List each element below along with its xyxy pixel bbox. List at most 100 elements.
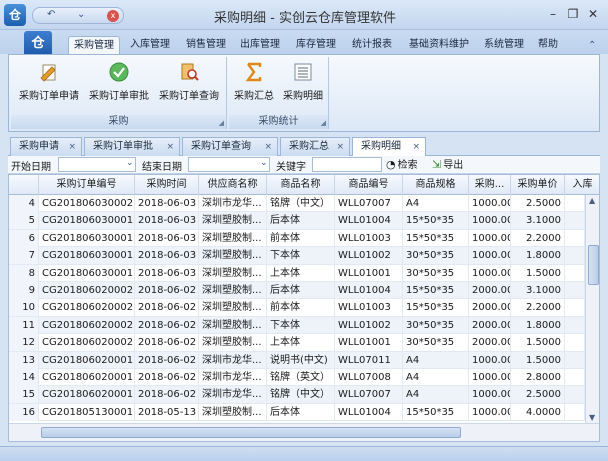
table-row[interactable]: 7 CG201806030001 2018-06-03 深圳塑胶制... 下本体 WLL0… <box>9 247 585 265</box>
row-index[interactable]: 8 <box>9 264 39 282</box>
group-launcher-icon[interactable]: ◢ <box>219 119 224 127</box>
qat-dropdown-icon[interactable]: ⌄ <box>77 9 85 20</box>
column-header-inbound[interactable]: 入库 <box>565 175 599 195</box>
unit-price-cell[interactable]: 1.5000 <box>511 351 565 369</box>
ribbon-tab-reports[interactable]: 统计报表 <box>346 36 398 55</box>
inbound-cell[interactable] <box>565 386 585 404</box>
order-no-cell[interactable]: CG201806020002 <box>39 282 135 299</box>
start-date-dropdown-icon[interactable]: ⌄ <box>126 158 134 168</box>
table-row[interactable]: 12 CG201806020002 2018-06-02 深圳塑胶制... 上本体 WLL… <box>9 334 585 352</box>
close-icon[interactable]: × <box>68 138 76 156</box>
order-no-cell[interactable]: CG201806020002 <box>39 316 135 334</box>
table-row[interactable]: 6 CG201806030001 2018-06-03 深圳塑胶制... 前本体 WLL0… <box>9 229 585 248</box>
horizontal-scrollbar[interactable] <box>9 423 599 441</box>
table-row[interactable]: 4 CG201806030002 2018-06-03 深圳市龙华... 铭牌（中文） W… <box>9 195 585 213</box>
supplier-cell[interactable]: 深圳市龙华... <box>199 351 267 369</box>
group-launcher-icon[interactable]: ◢ <box>321 119 326 127</box>
row-index[interactable]: 9 <box>9 282 39 299</box>
row-index[interactable]: 4 <box>9 195 39 212</box>
column-header-quantity[interactable]: 采购... <box>469 175 511 195</box>
order-no-cell[interactable]: CG201806020002 <box>39 299 135 317</box>
quantity-cell[interactable]: 1000.00 <box>469 264 511 282</box>
unit-price-cell[interactable]: 2.5000 <box>511 386 565 404</box>
goods-code-cell[interactable]: WLL01004 <box>335 282 403 299</box>
order-no-cell[interactable]: CG201806020001 <box>39 369 135 386</box>
goods-code-cell[interactable]: WLL07007 <box>335 386 403 404</box>
goods-name-cell[interactable]: 后本体 <box>267 212 335 230</box>
goods-code-cell[interactable]: WLL01001 <box>335 334 403 352</box>
quantity-cell[interactable]: 1000.00 <box>469 212 511 230</box>
inbound-cell[interactable] <box>565 264 585 282</box>
goods-name-cell[interactable]: 前本体 <box>267 299 335 317</box>
goods-code-cell[interactable]: WLL01002 <box>335 247 403 265</box>
table-row[interactable]: 11 CG201806020002 2018-06-02 深圳塑胶制... 下本体 WLL… <box>9 316 585 335</box>
purchase-query-button[interactable]: 采购订单查询 <box>155 61 223 109</box>
ribbon-tab-base-data[interactable]: 基础资料维护 <box>402 36 476 55</box>
row-index[interactable]: 16 <box>9 403 39 421</box>
supplier-cell[interactable]: 深圳塑胶制... <box>199 282 267 299</box>
order-no-cell[interactable]: CG201806030002 <box>39 195 135 212</box>
unit-price-cell[interactable]: 4.0000 <box>511 403 565 421</box>
doc-tab-detail[interactable]: 采购明细 × <box>352 137 426 157</box>
unit-price-cell[interactable]: 1.8000 <box>511 247 565 265</box>
goods-name-cell[interactable]: 后本体 <box>267 403 335 421</box>
close-button[interactable]: ✕ <box>584 6 602 22</box>
goods-code-cell[interactable]: WLL01001 <box>335 264 403 282</box>
row-index[interactable]: 13 <box>9 351 39 369</box>
table-row[interactable]: 10 CG201806020002 2018-06-02 深圳塑胶制... 前本体 WLL… <box>9 299 585 317</box>
column-header-spec[interactable]: 商品规格 <box>403 175 469 195</box>
inbound-cell[interactable] <box>565 334 585 352</box>
quantity-cell[interactable]: 1000.00 <box>469 229 511 247</box>
ribbon-tab-inventory[interactable]: 库存管理 <box>290 36 342 55</box>
inbound-cell[interactable] <box>565 247 585 265</box>
row-index[interactable]: 5 <box>9 212 39 230</box>
goods-code-cell[interactable]: WLL01003 <box>335 299 403 317</box>
inbound-cell[interactable] <box>565 369 585 386</box>
supplier-cell[interactable]: 深圳市龙华... <box>199 369 267 386</box>
inbound-cell[interactable] <box>565 351 585 369</box>
goods-name-cell[interactable]: 上本体 <box>267 264 335 282</box>
quantity-cell[interactable]: 1000.00 <box>469 247 511 265</box>
purchase-time-cell[interactable]: 2018-06-02 <box>135 316 199 334</box>
goods-code-cell[interactable]: WLL07007 <box>335 195 403 212</box>
table-row[interactable]: 14 CG201806020001 2018-06-02 深圳市龙华... 铭牌（英文）… <box>9 369 585 387</box>
table-row[interactable]: 16 CG201805130001 2018-05-13 深圳塑胶制... 后本体 WLL… <box>9 403 585 422</box>
purchase-time-cell[interactable]: 2018-06-02 <box>135 351 199 369</box>
row-index[interactable]: 14 <box>9 369 39 386</box>
purchase-approve-button[interactable]: 采购订单审批 <box>85 61 153 109</box>
purchase-time-cell[interactable]: 2018-06-02 <box>135 299 199 317</box>
goods-code-cell[interactable]: WLL01003 <box>335 229 403 247</box>
purchase-time-cell[interactable]: 2018-06-03 <box>135 264 199 282</box>
end-date-field[interactable] <box>188 157 270 172</box>
table-row[interactable]: 8 CG201806030001 2018-06-03 深圳塑胶制... 上本体 WLL0… <box>9 264 585 282</box>
close-icon[interactable]: × <box>336 138 344 156</box>
goods-name-cell[interactable]: 上本体 <box>267 334 335 352</box>
purchase-detail-button[interactable]: 采购明细 <box>279 61 327 109</box>
unit-price-cell[interactable]: 2.2000 <box>511 299 565 317</box>
order-no-cell[interactable]: CG201806030001 <box>39 212 135 230</box>
order-no-cell[interactable]: CG201806030001 <box>39 264 135 282</box>
purchase-request-button[interactable]: 采购订单申请 <box>15 61 83 109</box>
ribbon-tab-outbound[interactable]: 出库管理 <box>234 36 286 55</box>
search-button[interactable]: ◔ 检索 <box>386 157 418 173</box>
unit-price-cell[interactable]: 1.5000 <box>511 264 565 282</box>
goods-code-cell[interactable]: WLL01004 <box>335 212 403 230</box>
column-header-unit-price[interactable]: 采购单价 <box>511 175 565 195</box>
unit-price-cell[interactable]: 1.8000 <box>511 316 565 334</box>
goods-name-cell[interactable]: 下本体 <box>267 247 335 265</box>
goods-name-cell[interactable]: 后本体 <box>267 282 335 299</box>
supplier-cell[interactable]: 深圳塑胶制... <box>199 212 267 230</box>
supplier-cell[interactable]: 深圳塑胶制... <box>199 334 267 352</box>
spec-cell[interactable]: 15*50*35 <box>403 299 469 317</box>
purchase-time-cell[interactable]: 2018-06-03 <box>135 195 199 212</box>
order-no-cell[interactable]: CG201806020002 <box>39 334 135 352</box>
minimize-button[interactable]: – <box>544 6 562 22</box>
doc-tab-order-approve[interactable]: 采购订单审批 × <box>84 137 180 156</box>
inbound-cell[interactable] <box>565 282 585 299</box>
keyword-input[interactable] <box>312 157 382 172</box>
spec-cell[interactable]: 30*50*35 <box>403 316 469 334</box>
scroll-up-icon[interactable]: ▲ <box>589 196 595 205</box>
goods-name-cell[interactable]: 铭牌（中文） <box>267 195 335 212</box>
row-index[interactable]: 11 <box>9 316 39 334</box>
supplier-cell[interactable]: 深圳塑胶制... <box>199 247 267 265</box>
